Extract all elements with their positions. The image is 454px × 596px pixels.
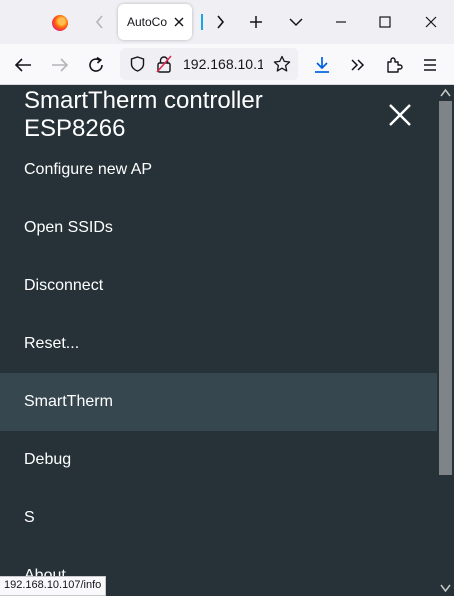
app-menu-icon[interactable] [417,52,443,78]
tab-title: AutoConnect [127,15,167,29]
window-close-icon[interactable] [419,10,443,34]
scrollbar-thumb[interactable] [439,101,452,475]
page-title: SmartTherm controller ESP8266 [24,87,364,143]
firefox-icon [52,15,68,31]
menu-item-debug[interactable]: Debug [0,431,437,489]
tab-bar: AutoConnect [0,0,454,44]
bookmark-star-icon[interactable] [273,55,291,73]
tab-active[interactable]: AutoConnect [118,4,192,40]
url-text: 192.168.10.107 [183,56,263,72]
extensions-icon[interactable] [381,52,407,78]
list-tabs-icon[interactable] [284,10,308,34]
tab-separator [201,14,203,30]
back-icon[interactable] [10,52,36,78]
forward-icon[interactable] [47,52,73,78]
navigation-bar: 192.168.10.107 [0,44,454,85]
page-scrollbar[interactable] [437,85,454,596]
reload-icon[interactable] [83,52,109,78]
menu-item-s[interactable]: S [0,489,437,547]
page-title-line1: SmartTherm controller [24,87,263,114]
shield-icon[interactable] [130,56,145,72]
maximize-icon[interactable] [373,10,397,34]
menu-item-smarttherm[interactable]: SmartTherm [0,373,437,431]
firefox-tab[interactable] [40,6,80,40]
new-tab-icon[interactable] [244,10,268,34]
autoconnect-page: SmartTherm controller ESP8266 Configure … [0,85,437,596]
menu-item-open-ssids[interactable]: Open SSIDs [0,199,437,257]
menu-item-disconnect[interactable]: Disconnect [0,257,437,315]
status-link-url: 192.168.10.107/info [0,576,107,596]
page-title-line2: ESP8266 [24,115,126,142]
nav-menu: Configure new AP Open SSIDs Disconnect R… [0,141,437,596]
insecure-lock-icon[interactable] [156,55,172,73]
tab-scroll-left-icon[interactable] [88,10,112,34]
scroll-up-icon[interactable] [440,88,451,98]
tab-close-icon[interactable] [172,15,186,29]
more-tools-icon[interactable] [345,52,371,78]
tab-scroll-right-icon[interactable] [208,10,232,34]
scroll-down-icon[interactable] [440,583,451,593]
menu-item-reset[interactable]: Reset... [0,315,437,373]
downloads-icon[interactable] [309,52,335,78]
menu-item-configure-new-ap[interactable]: Configure new AP [0,141,437,199]
url-bar[interactable]: 192.168.10.107 [120,48,298,80]
menu-close-icon[interactable] [388,103,412,127]
minimize-icon[interactable] [329,10,353,34]
